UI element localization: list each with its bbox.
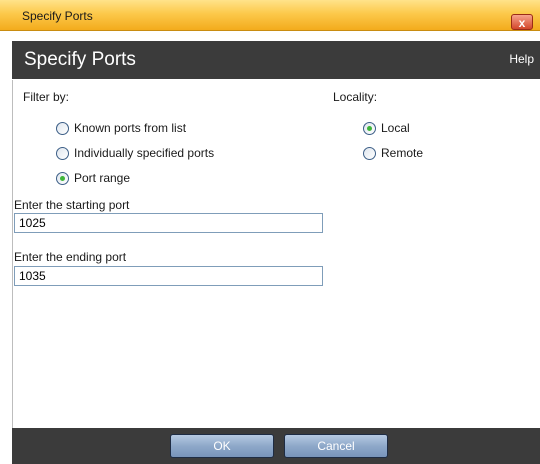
window-title: Specify Ports bbox=[22, 9, 93, 23]
dialog-content: Filter by: Known ports from list Individ… bbox=[12, 80, 540, 428]
specify-ports-dialog: Specify Ports x Specify Ports Help Filte… bbox=[0, 0, 540, 464]
radio-remote[interactable]: Remote bbox=[363, 146, 423, 160]
radio-port-range-label: Port range bbox=[74, 171, 131, 185]
page-title: Specify Ports bbox=[24, 49, 136, 70]
radio-individual-ports-label: Individually specified ports bbox=[74, 146, 215, 160]
locality-label: Locality: bbox=[333, 90, 378, 104]
help-link[interactable]: Help bbox=[509, 52, 534, 66]
radio-known-ports-button[interactable] bbox=[56, 121, 69, 135]
radio-known-ports-label: Known ports from list bbox=[74, 121, 187, 135]
filter-by-label: Filter by: bbox=[23, 90, 70, 104]
dialog-header: Specify Ports Help bbox=[12, 41, 540, 79]
title-bar[interactable]: Specify Ports x bbox=[0, 0, 540, 31]
radio-port-range-button[interactable] bbox=[56, 171, 69, 185]
ending-port-input[interactable] bbox=[14, 266, 323, 286]
radio-individual-ports-button[interactable] bbox=[56, 146, 69, 160]
starting-port-label: Enter the starting port bbox=[14, 198, 130, 212]
radio-local[interactable]: Local bbox=[363, 121, 410, 135]
ending-port-label: Enter the ending port bbox=[14, 250, 127, 264]
radio-local-button[interactable] bbox=[363, 121, 376, 135]
radio-remote-label: Remote bbox=[381, 146, 424, 160]
radio-port-range[interactable]: Port range bbox=[56, 171, 130, 185]
starting-port-input[interactable] bbox=[14, 213, 323, 233]
dialog-footer: OK Cancel bbox=[12, 428, 540, 464]
radio-local-label: Local bbox=[381, 121, 410, 135]
radio-known-ports[interactable]: Known ports from list bbox=[56, 121, 186, 135]
close-icon[interactable]: x bbox=[511, 14, 533, 30]
radio-individual-ports[interactable]: Individually specified ports bbox=[56, 146, 214, 160]
ok-button[interactable]: OK bbox=[170, 434, 274, 458]
radio-remote-button[interactable] bbox=[363, 146, 376, 160]
cancel-button[interactable]: Cancel bbox=[284, 434, 388, 458]
